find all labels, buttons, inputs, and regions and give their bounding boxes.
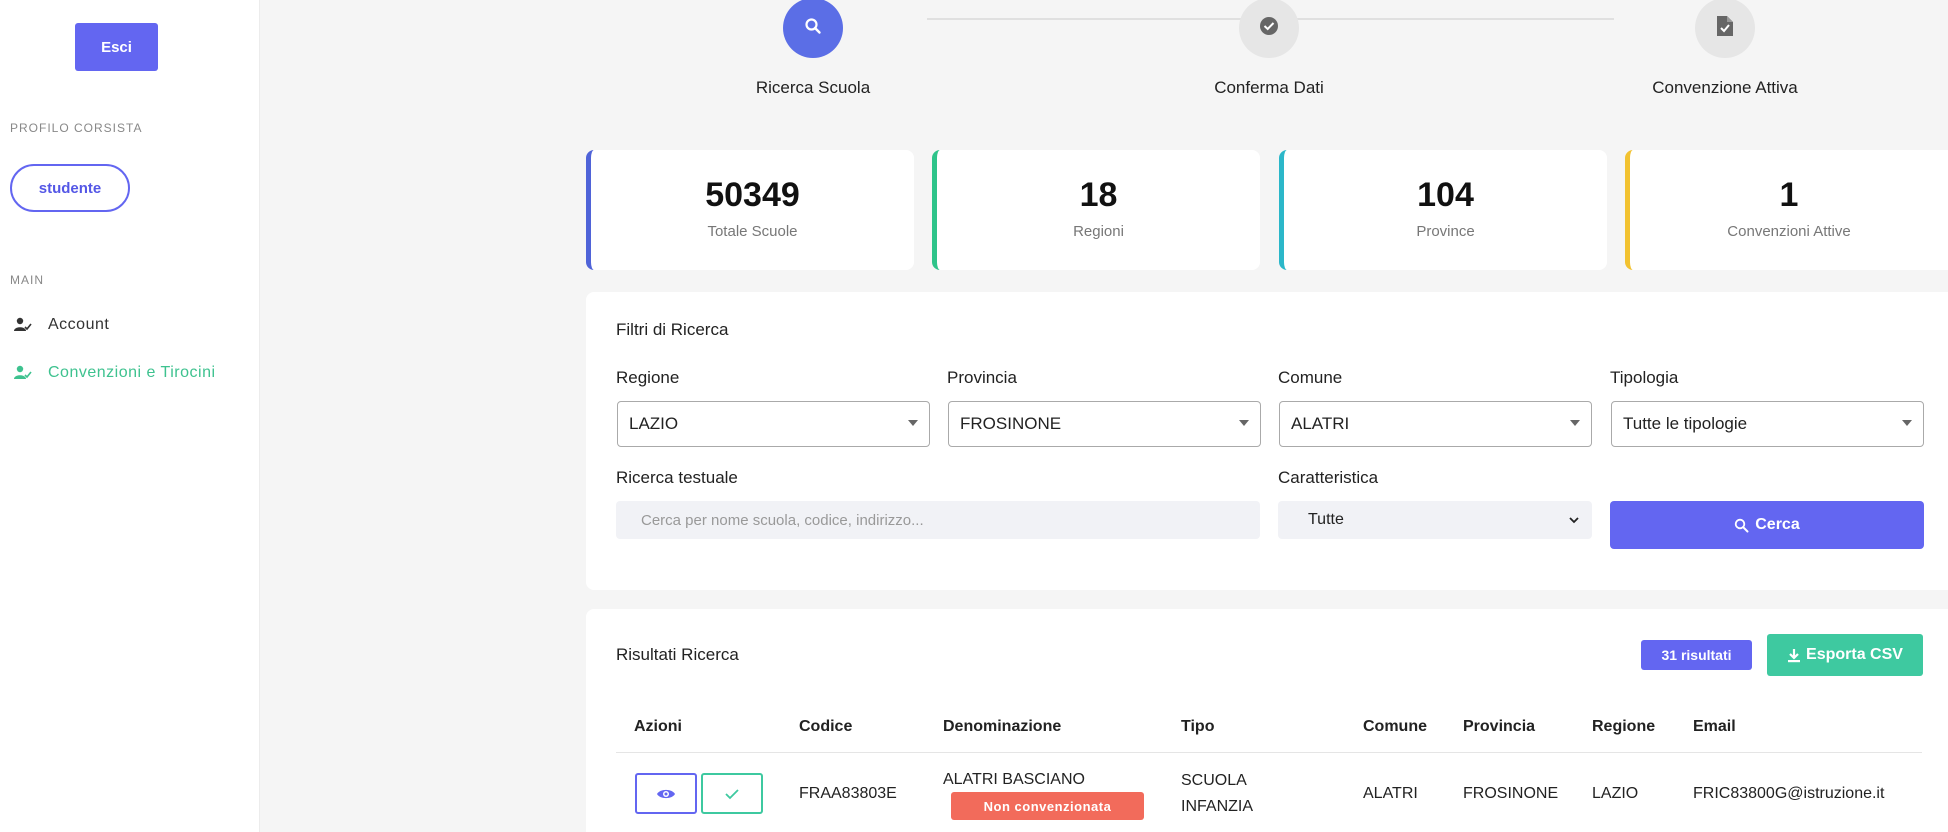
caratteristica-label: Caratteristica <box>1278 468 1379 487</box>
results-title: Risultati Ricerca <box>616 645 739 664</box>
export-csv-button[interactable]: Esporta CSV <box>1767 634 1923 676</box>
step-label: Convenzione Attiva <box>1652 78 1798 97</box>
user-check-icon <box>12 316 34 334</box>
column-header-codice: Codice <box>799 718 853 735</box>
profile-role-pill[interactable]: studente <box>10 164 130 212</box>
column-header-comune: Comune <box>1363 718 1427 735</box>
tipologia-select[interactable]: Tutte le tipologie <box>1611 401 1924 447</box>
column-header-email: Email <box>1693 718 1736 735</box>
regione-value: LAZIO <box>629 414 679 433</box>
filters-title: Filtri di Ricerca <box>616 320 729 339</box>
sidebar-item-convenzioni[interactable]: Convenzioni e Tirocini <box>12 364 216 382</box>
file-check-icon <box>1716 15 1734 42</box>
stat-label: Totale Scuole <box>707 223 798 240</box>
stat-card-convenzioni-attive: 1 Convenzioni Attive <box>1625 150 1948 270</box>
cell-email: FRIC83800G@istruzione.it <box>1693 785 1885 802</box>
search-icon <box>1734 518 1749 533</box>
tipologia-value: Tutte le tipologie <box>1623 414 1748 433</box>
comune-value: ALATRI <box>1291 414 1350 433</box>
caret-down-icon <box>1239 420 1249 426</box>
step-convenzione-attiva[interactable]: Convenzione Attiva <box>1605 0 1845 98</box>
export-csv-label: Esporta CSV <box>1806 646 1903 663</box>
comune-select[interactable]: ALATRI <box>1279 401 1592 447</box>
provincia-select[interactable]: FROSINONE <box>948 401 1261 447</box>
cell-regione: LAZIO <box>1592 785 1639 802</box>
eye-icon <box>656 787 676 801</box>
cell-provincia: FROSINONE <box>1463 785 1559 802</box>
results-count-badge: 31 risultati <box>1641 640 1752 670</box>
stat-label: Province <box>1416 223 1475 240</box>
column-header-regione: Regione <box>1592 718 1656 735</box>
step-ricerca-scuola[interactable]: Ricerca Scuola <box>693 0 933 98</box>
cell-tipo-line2: INFANZIA <box>1181 798 1254 815</box>
step-label: Ricerca Scuola <box>755 78 871 97</box>
caratteristica-select[interactable]: Tutte <box>1278 501 1592 539</box>
step-conferma-dati[interactable]: Conferma Dati <box>1149 0 1389 98</box>
caratteristica-value: Tutte <box>1308 511 1344 528</box>
logout-button[interactable]: Esci <box>75 23 158 71</box>
step-circle <box>1239 0 1299 58</box>
check-circle-icon <box>1259 16 1279 41</box>
column-header-denominazione: Denominazione <box>943 718 1062 735</box>
regione-label: Regione <box>616 368 680 387</box>
regione-select[interactable]: LAZIO <box>617 401 930 447</box>
confirm-button[interactable] <box>701 773 763 814</box>
stat-card-province: 104 Province <box>1279 150 1607 270</box>
stat-value: 50349 <box>705 176 800 214</box>
download-icon <box>1787 648 1801 663</box>
stat-label: Convenzioni Attive <box>1727 223 1851 240</box>
column-header-tipo: Tipo <box>1181 718 1215 735</box>
search-input[interactable]: Cerca per nome scuola, codice, indirizzo… <box>616 501 1260 539</box>
cerca-button[interactable]: Cerca <box>1610 501 1924 549</box>
comune-label: Comune <box>1278 368 1343 387</box>
stat-card-totale-scuole: 50349 Totale Scuole <box>586 150 914 270</box>
check-icon <box>724 787 740 801</box>
search-icon <box>804 17 822 40</box>
sidebar-item-label: Convenzioni e Tirocini <box>48 364 216 381</box>
stat-value: 18 <box>1079 176 1118 214</box>
tipologia-label: Tipologia <box>1610 368 1679 387</box>
table-header-divider <box>616 752 1922 753</box>
cell-tipo-line1: SCUOLA <box>1181 772 1247 789</box>
profile-section-label: PROFILO CORSISTA <box>10 121 143 135</box>
provincia-label: Provincia <box>947 368 1017 387</box>
step-circle <box>783 0 843 58</box>
cell-codice: FRAA83803E <box>799 785 897 802</box>
column-header-provincia: Provincia <box>1463 718 1536 735</box>
stat-label: Regioni <box>1073 223 1124 240</box>
column-header-azioni: Azioni <box>634 718 682 735</box>
sidebar: Esci PROFILO CORSISTA studente MAIN Acco… <box>0 0 260 832</box>
step-label: Conferma Dati <box>1214 78 1324 97</box>
sidebar-item-label: Account <box>48 316 110 333</box>
cerca-button-label: Cerca <box>1755 516 1800 533</box>
stat-card-regioni: 18 Regioni <box>932 150 1260 270</box>
cell-denominazione: ALATRI BASCIANO <box>943 771 1085 788</box>
sidebar-item-account[interactable]: Account <box>12 316 109 334</box>
caret-down-icon <box>1902 420 1912 426</box>
cell-comune: ALATRI <box>1363 785 1418 802</box>
caret-down-icon <box>908 420 918 426</box>
provincia-value: FROSINONE <box>960 414 1062 433</box>
ricerca-testuale-label: Ricerca testuale <box>616 468 738 487</box>
chevron-down-icon <box>1568 513 1580 531</box>
stat-value: 1 <box>1779 176 1799 214</box>
user-check-icon <box>12 364 34 382</box>
step-circle <box>1695 0 1755 58</box>
stat-value: 104 <box>1417 176 1474 214</box>
main-section-label: MAIN <box>10 273 44 287</box>
status-badge: Non convenzionata <box>951 792 1144 820</box>
caret-down-icon <box>1570 420 1580 426</box>
view-button[interactable] <box>635 773 697 814</box>
